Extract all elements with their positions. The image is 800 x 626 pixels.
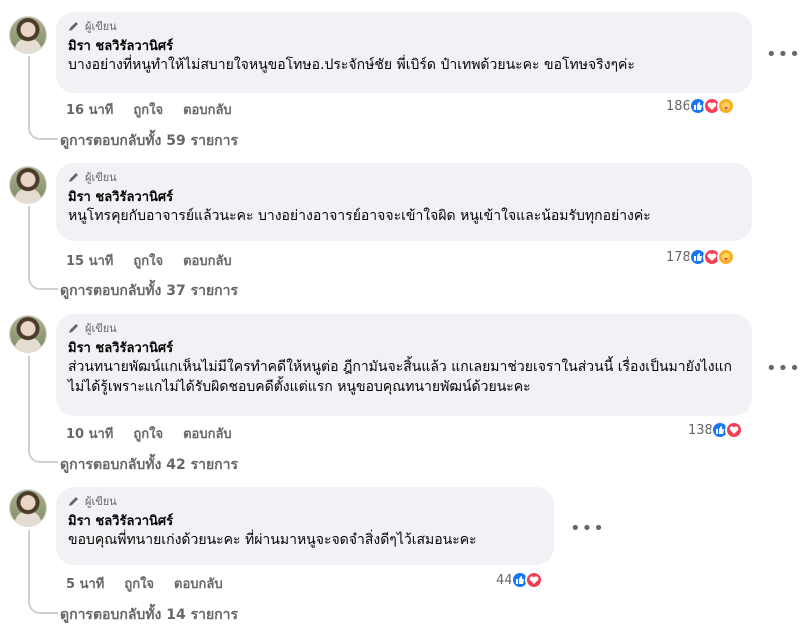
love-icon — [524, 571, 543, 589]
view-replies-link[interactable]: ดูการตอบกลับทั้ง 14 รายการ — [60, 604, 238, 626]
comment-time[interactable]: 10 นาที — [66, 423, 113, 444]
reply-button[interactable]: ตอบกลับ — [183, 250, 232, 271]
comment-time[interactable]: 16 นาที — [66, 99, 113, 120]
pencil-icon — [69, 173, 78, 182]
comment-author-name[interactable]: มิรา ชลวิรัลวานิศร์ — [68, 513, 542, 530]
thread-line — [28, 56, 58, 140]
comment-time[interactable]: 5 นาที — [66, 573, 104, 594]
reply-button[interactable]: ตอบกลับ — [174, 573, 223, 594]
comment-bubble: ผู้เขียน มิรา ชลวิรัลวานิศร์ หนูโทรคุยกั… — [56, 163, 752, 241]
care-icon — [716, 97, 735, 115]
pencil-icon — [69, 497, 78, 506]
comment-actions: 15 นาที ถูกใจ ตอบกลับ — [66, 250, 232, 271]
comment-author-name[interactable]: มิรา ชลวิรัลวานิศร์ — [68, 340, 740, 357]
author-badge: ผู้เขียน — [68, 169, 740, 185]
comment-text: บางอย่างที่หนูทำให้ไม่สบายใจหนูขอโทษอ.ปร… — [68, 57, 635, 73]
like-button[interactable]: ถูกใจ — [124, 573, 154, 594]
reaction-summary[interactable]: 186 — [666, 97, 735, 115]
view-replies-link[interactable]: ดูการตอบกลับทั้ง 59 รายการ — [60, 130, 238, 152]
comment-time[interactable]: 15 นาที — [66, 250, 113, 271]
reply-button[interactable]: ตอบกลับ — [183, 99, 232, 120]
author-badge-label: ผู้เขียน — [85, 322, 117, 335]
comment-bubble: ผู้เขียน มิรา ชลวิรัลวานิศร์ ขอบคุณพี่ทน… — [56, 487, 554, 565]
author-badge: ผู้เขียน — [68, 320, 740, 336]
comment-text: ขอบคุณพี่ทนายเก่งด้วยนะคะ ที่ผ่านมาหนูจะ… — [68, 532, 477, 548]
comment-actions: 16 นาที ถูกใจ ตอบกลับ — [66, 99, 232, 120]
like-button[interactable]: ถูกใจ — [133, 250, 163, 271]
like-button[interactable]: ถูกใจ — [133, 99, 163, 120]
avatar[interactable] — [9, 489, 47, 527]
comment-bubble: ผู้เขียน มิรา ชลวิรัลวานิศร์ บางอย่างที่… — [56, 12, 752, 93]
reaction-summary[interactable]: 178 — [666, 248, 735, 266]
reaction-count: 178 — [666, 249, 691, 265]
author-badge-label: ผู้เขียน — [85, 171, 117, 184]
comment-text: ส่วนทนายพัฒน์แกเห็นไม่มีใครทำคดีให้หนูต่… — [68, 359, 733, 395]
reaction-count: 138 — [688, 422, 713, 438]
avatar[interactable] — [9, 166, 47, 204]
pencil-icon — [69, 324, 78, 333]
more-options-icon[interactable]: ••• — [766, 46, 800, 64]
author-badge: ผู้เขียน — [68, 18, 740, 34]
reply-button[interactable]: ตอบกลับ — [183, 423, 232, 444]
thread-line — [28, 530, 58, 614]
avatar[interactable] — [9, 315, 47, 353]
view-replies-link[interactable]: ดูการตอบกลับทั้ง 37 รายการ — [60, 280, 238, 302]
reaction-count: 186 — [666, 98, 691, 114]
thread-line — [28, 206, 58, 290]
reaction-summary[interactable]: 138 — [688, 421, 743, 439]
reaction-summary[interactable]: 44 — [496, 571, 543, 589]
comment-actions: 10 นาที ถูกใจ ตอบกลับ — [66, 423, 232, 444]
comment-bubble: ผู้เขียน มิรา ชลวิรัลวานิศร์ ส่วนทนายพัฒ… — [56, 314, 752, 416]
pencil-icon — [69, 22, 78, 31]
comment-text: หนูโทรคุยกับอาจารย์แล้วนะคะ บางอย่างอาจา… — [68, 208, 651, 224]
care-icon — [716, 248, 735, 266]
more-options-icon[interactable]: ••• — [766, 360, 800, 378]
avatar[interactable] — [9, 16, 47, 54]
comment-author-name[interactable]: มิรา ชลวิรัลวานิศร์ — [68, 38, 740, 55]
more-options-icon[interactable]: ••• — [570, 520, 605, 538]
like-button[interactable]: ถูกใจ — [133, 423, 163, 444]
author-badge-label: ผู้เขียน — [85, 20, 117, 33]
love-icon — [724, 421, 743, 439]
author-badge: ผู้เขียน — [68, 493, 542, 509]
comment-actions: 5 นาที ถูกใจ ตอบกลับ — [66, 573, 223, 594]
thread-line — [28, 356, 58, 463]
author-badge-label: ผู้เขียน — [85, 495, 117, 508]
view-replies-link[interactable]: ดูการตอบกลับทั้ง 42 รายการ — [60, 454, 238, 476]
comment-author-name[interactable]: มิรา ชลวิรัลวานิศร์ — [68, 189, 740, 206]
